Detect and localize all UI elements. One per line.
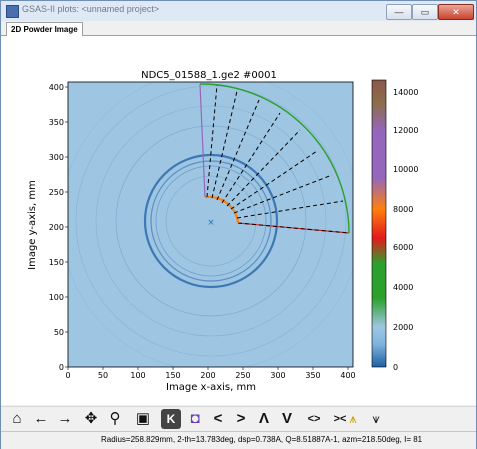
maximize-button[interactable]: ▭	[412, 4, 438, 20]
colorbar-axis: 0 2000 4000 6000 8000 10000 12000 14000	[393, 88, 418, 372]
x-tick-label: 150	[165, 371, 180, 380]
greater-icon[interactable]: >	[231, 409, 251, 429]
x-tick-label: 400	[340, 371, 355, 380]
caret-up-icon[interactable]: Λ	[254, 409, 274, 429]
y-tick-label: 100	[49, 293, 64, 302]
x-tick-label: 350	[305, 371, 320, 380]
colorbar-tick-label: 10000	[393, 165, 418, 174]
palette-icon[interactable]: ◘	[185, 409, 205, 429]
x-tick-label: 300	[270, 371, 285, 380]
x-tick-label: 0	[65, 371, 70, 380]
pan-icon[interactable]: ✥	[81, 409, 101, 429]
caret-down-icon[interactable]: V	[277, 409, 297, 429]
app-window: GSAS-II plots: <unnamed project> — ▭ ✕ 2…	[0, 0, 477, 449]
colorbar	[371, 79, 387, 368]
colorbar-tick-label: 4000	[393, 283, 413, 292]
y-tick-label: 300	[49, 153, 64, 162]
app-icon	[6, 5, 19, 18]
detector-image: ×	[68, 82, 353, 367]
y-tick-label: 0	[59, 363, 64, 372]
x-tick-label: 50	[98, 371, 108, 380]
status-bar: Radius=258.829mm, 2-th=13.783deg, dsp=0.…	[1, 431, 476, 449]
arrows-icon[interactable]: ⩚	[343, 409, 363, 429]
colorbar-tick-label: 2000	[393, 323, 413, 332]
x-tick-label: 250	[235, 371, 250, 380]
window-title: GSAS-II plots: <unnamed project>	[22, 4, 160, 14]
back-icon[interactable]: ←	[31, 409, 51, 429]
plot-title: NDC5_01588_1.ge2 #0001	[141, 70, 277, 81]
colorbar-tick-label: 8000	[393, 205, 413, 214]
x-axis: 0 50 100 150 200 250 300 350 400	[65, 371, 355, 380]
x-axis-label: Image x-axis, mm	[166, 382, 256, 393]
y-tick-label: 350	[49, 118, 64, 127]
zoom-icon[interactable]: ⚲	[105, 409, 125, 429]
minimize-button[interactable]: —	[386, 4, 412, 20]
home-icon[interactable]: ⌂	[7, 409, 27, 429]
colorbar-tick-label: 12000	[393, 126, 418, 135]
less-icon[interactable]: <	[208, 409, 228, 429]
y-tick-label: 200	[49, 223, 64, 232]
close-button[interactable]: ✕	[438, 4, 474, 20]
y-tick-label: 150	[49, 258, 64, 267]
y-tick-label: 50	[54, 328, 64, 337]
y-axis: 0 50 100 150 200 250 300 350 400	[49, 83, 64, 372]
x-tick-label: 100	[130, 371, 145, 380]
status-text: Radius=258.829mm, 2-th=13.783deg, dsp=0.…	[101, 435, 423, 444]
plot-toolbar: ⌂ ← → ✥ ⚲ ▣ K ◘ < > Λ V <> >< ⩚ ⩛	[1, 406, 476, 432]
y-tick-label: 250	[49, 188, 64, 197]
spread-icon[interactable]: <>	[302, 409, 326, 429]
image-plot[interactable]: NDC5_01588_1.ge2 #0001 × 0 50 100 150 20…	[1, 36, 476, 405]
beam-center-marker: ×	[207, 218, 215, 228]
arrows-icon[interactable]: ⩛	[366, 409, 386, 429]
colorbar-tick-label: 14000	[393, 88, 418, 97]
x-tick-label: 200	[200, 371, 215, 380]
y-axis-label: Image y-axis, mm	[27, 180, 38, 270]
title-bar: GSAS-II plots: <unnamed project> — ▭ ✕	[1, 1, 476, 21]
y-tick-label: 400	[49, 83, 64, 92]
colorbar-tick-label: 0	[393, 363, 398, 372]
forward-icon[interactable]: →	[55, 409, 75, 429]
tab-strip: 2D Powder Image	[1, 21, 476, 36]
plot-canvas[interactable]: NDC5_01588_1.ge2 #0001 × 0 50 100 150 20…	[1, 36, 476, 405]
tab-2d-powder-image[interactable]: 2D Powder Image	[6, 22, 83, 36]
colorbar-tick-label: 6000	[393, 243, 413, 252]
save-icon[interactable]: ▣	[133, 409, 153, 429]
k-icon[interactable]: K	[161, 409, 181, 429]
